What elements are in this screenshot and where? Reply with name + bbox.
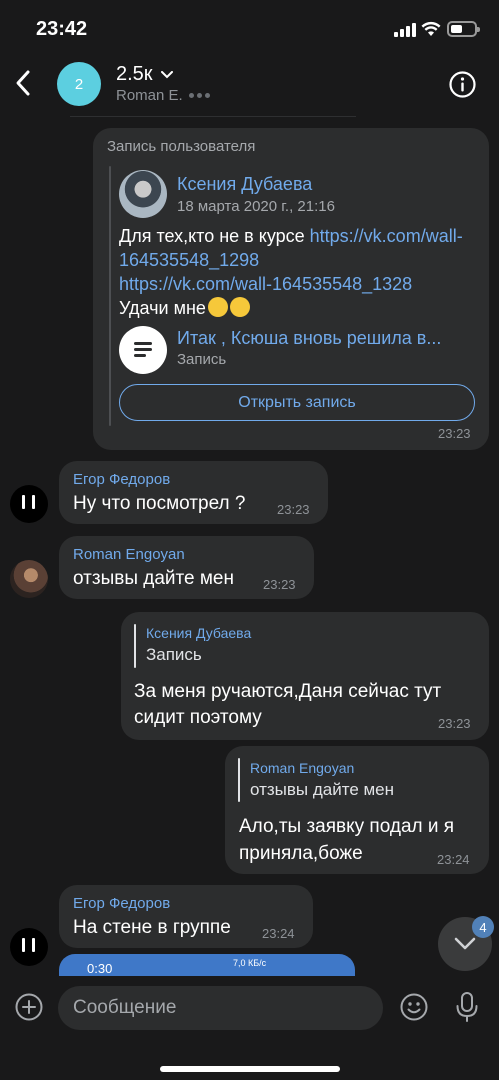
unread-badge: 4 [472,916,494,938]
message-bubble[interactable]: Егор Федоров На стене в группе 23:24 [59,885,313,948]
chevron-down-icon [454,937,476,950]
reply-quote-line [134,624,136,668]
reply-text: Запись [146,645,202,664]
post-author-avatar[interactable] [119,170,167,218]
sender-name[interactable]: Егор Федоров [73,471,170,488]
message-time: 23:24 [437,852,470,867]
composer-bar [0,978,499,1080]
message-time: 23:23 [438,716,471,731]
chat-title-button[interactable]: 2.5к [116,63,173,86]
avatar-egor[interactable] [10,485,48,523]
preview-time: 0:30 [87,961,113,976]
chat-header: 2 2.5к Roman E. [0,54,499,118]
message-time: 23:23 [438,426,471,441]
typing-dots-icon [188,93,210,98]
open-post-button[interactable]: Открыть запись [119,384,475,421]
post-author[interactable]: Ксения Дубаева [177,174,312,195]
post-attachment-icon [119,326,167,374]
smile-emoji-icon [229,297,250,317]
post-text-suffix: Удачи мне [119,298,206,318]
emoji-icon[interactable] [400,993,428,1021]
reply-text: отзывы дайте мен [250,780,395,799]
header-divider [70,116,356,117]
add-attachment-icon[interactable] [15,993,43,1021]
message-bubble[interactable]: Егор Федоров Ну что посмотрел ? 23:23 [59,461,328,524]
reply-author: Roman Engoyan [250,760,355,776]
back-arrow-icon[interactable] [12,68,36,98]
sender-name[interactable]: Егор Федоров [73,895,170,912]
shared-post-bubble[interactable]: Запись пользователя Ксения Дубаева 18 ма… [93,128,489,450]
message-line-2: сидит поэтому [134,707,262,728]
message-line-1: Ало,ты заявку подал и я [239,816,455,837]
nested-post-title[interactable]: Итак , Ксюша вновь решила в... [177,328,441,349]
message-line-1: За меня ручаются,Даня сейчас тут [134,681,442,702]
typing-user: Roman E. [116,87,183,104]
message-time: 23:23 [263,577,296,592]
message-line-2: приняла,боже [239,843,363,864]
nested-post-subtitle: Запись [177,351,227,368]
avatar-egor[interactable] [10,928,48,966]
post-text: Для тех,кто не в курсе https://vk.com/wa… [119,224,479,320]
message-text: отзывы дайте мен [73,568,234,589]
message-bubble[interactable]: Roman Engoyan отзывы дайте мен 23:23 [59,536,314,599]
sender-name[interactable]: Roman Engoyan [73,546,185,563]
battery-icon [447,21,480,37]
chat-subtitle-row: Roman E. [116,87,210,104]
chevron-down-icon [160,70,173,78]
info-icon[interactable] [449,71,476,98]
outgoing-message-bubble[interactable]: Roman Engoyan отзывы дайте мен Ало,ты за… [225,746,489,874]
sweat-smile-emoji-icon [207,297,228,317]
home-indicator [160,1066,340,1072]
wifi-icon [421,21,441,36]
message-text: На стене в группе [73,917,231,938]
chat-avatar[interactable]: 2 [57,62,101,106]
message-time: 23:23 [277,502,310,517]
avatar-roman[interactable] [10,560,48,598]
reply-author: Ксения Дубаева [146,625,252,641]
image-attachment[interactable]: 0:30 7,0 КБ/с [59,954,355,976]
post-quote-line [109,166,111,426]
signal-icon [394,23,416,37]
status-time: 23:42 [36,18,88,40]
post-date: 18 марта 2020 г., 21:16 [177,198,335,215]
reply-quote-line [238,758,240,802]
chat-title: 2.5к [116,63,153,85]
microphone-icon[interactable] [455,991,479,1023]
post-caption: Запись пользователя [107,138,256,155]
outgoing-message-bubble[interactable]: Ксения Дубаева Запись За меня ручаются,Д… [121,612,489,740]
preview-speed: 7,0 КБ/с [233,958,267,968]
post-text-prefix: Для тех,кто не в курсе [119,226,310,246]
message-time: 23:24 [262,926,295,941]
status-bar: 23:42 [0,0,499,54]
message-text: Ну что посмотрел ? [73,493,246,514]
post-link-2[interactable]: https://vk.com/wall-164535548_1328 [119,274,412,294]
message-input[interactable] [58,986,383,1030]
